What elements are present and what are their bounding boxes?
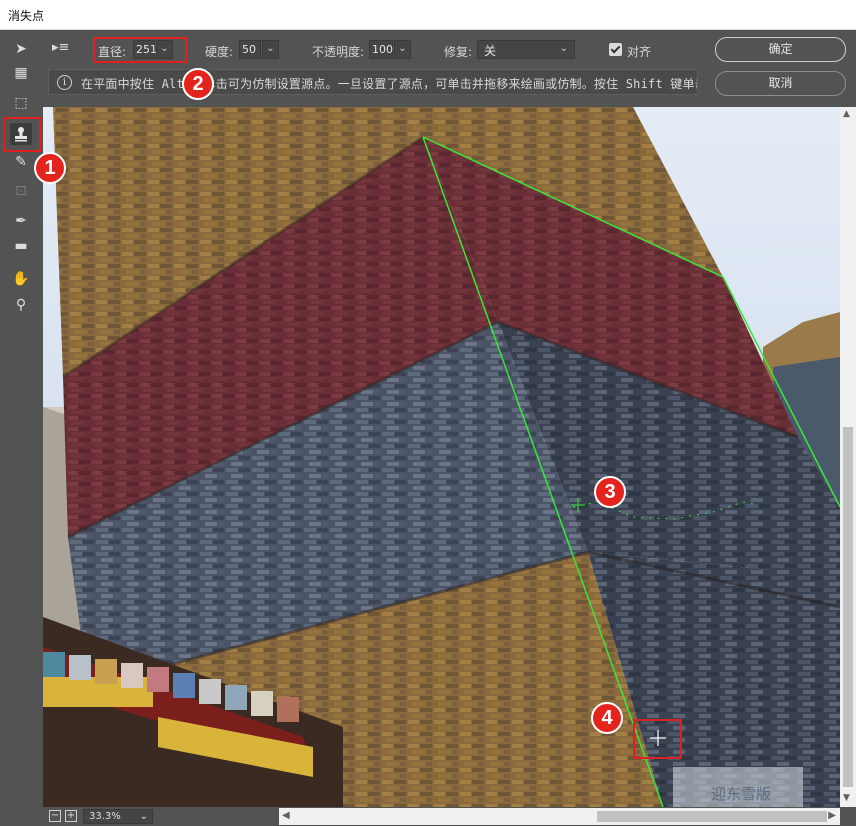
- marquee-icon: ⬚: [14, 95, 28, 111]
- eyedropper-icon: ✒: [15, 213, 27, 229]
- chevron-down-icon: ⌄: [266, 43, 275, 54]
- brush-icon: ✎: [15, 154, 27, 170]
- brush-tool[interactable]: ✎: [10, 151, 32, 173]
- marquee-tool[interactable]: ⬚: [10, 92, 32, 114]
- options-menu-icon[interactable]: ▸≡: [52, 40, 69, 55]
- zoom-icon: ⚲: [15, 297, 27, 313]
- hardness-dropdown-button[interactable]: ⌄: [262, 40, 279, 59]
- hand-icon: ✋: [12, 271, 30, 287]
- step-marker-3: 3: [594, 476, 626, 508]
- vertical-scrollbar[interactable]: ▲ ▼: [840, 107, 856, 807]
- zoom-level-field[interactable]: 33.3% ⌄: [83, 809, 153, 824]
- ok-button[interactable]: 确定: [715, 37, 846, 62]
- step-marker-4: 4: [591, 702, 623, 734]
- transform-tool[interactable]: ⊡: [10, 180, 32, 202]
- edit-plane-icon: ➤: [15, 41, 27, 57]
- align-label: 对齐: [627, 45, 652, 59]
- zoom-in-button[interactable]: +: [65, 810, 77, 822]
- hand-tool[interactable]: ✋: [10, 268, 32, 290]
- align-checkbox[interactable]: [609, 43, 622, 56]
- zoom-tool[interactable]: ⚲: [10, 294, 32, 316]
- chevron-down-icon: ⌄: [139, 811, 148, 822]
- heal-label: 修复:: [444, 45, 473, 59]
- opacity-dropdown-button[interactable]: ⌄: [394, 40, 411, 59]
- info-hint-bar: i 在平面中按住 Alt 键单击可为仿制设置源点。一旦设置了源点，可单击并拖移来…: [48, 69, 698, 95]
- info-hint-text: 在平面中按住 Alt 键单击可为仿制设置源点。一旦设置了源点，可单击并拖移来绘画…: [81, 77, 698, 91]
- image-canvas[interactable]: 迎东雪版: [43, 107, 840, 807]
- ruler-icon: ▬: [14, 238, 28, 254]
- ruler-tool[interactable]: ▬: [10, 235, 32, 257]
- scroll-down-icon[interactable]: ▼: [843, 793, 850, 803]
- cursor-highlight: [633, 719, 682, 759]
- vertical-scroll-thumb[interactable]: [843, 427, 853, 787]
- hardness-field[interactable]: 50: [239, 40, 261, 59]
- zoom-out-button[interactable]: −: [49, 810, 61, 822]
- horizontal-scrollbar[interactable]: ◀ ▶: [279, 808, 840, 825]
- opacity-field[interactable]: 100: [369, 40, 393, 59]
- window-title: 消失点: [8, 9, 45, 23]
- horizontal-scroll-thumb[interactable]: [597, 811, 827, 822]
- chevron-down-icon: ⌄: [398, 43, 407, 54]
- watermark-text: 迎东雪版: [711, 785, 772, 803]
- tower-photo: [43, 107, 840, 807]
- opacity-label: 不透明度:: [312, 45, 365, 59]
- chevron-down-icon: ⌄: [559, 43, 568, 54]
- status-bar: − + 33.3% ⌄ ◀ ▶: [43, 807, 840, 826]
- eyedropper-tool[interactable]: ✒: [10, 210, 32, 232]
- edit-plane-tool[interactable]: ➤: [10, 38, 32, 60]
- heal-select-value: 关: [484, 44, 497, 58]
- cancel-button[interactable]: 取消: [715, 71, 846, 96]
- title-bar: 消失点: [0, 0, 856, 30]
- diameter-highlight: [93, 37, 187, 63]
- create-plane-icon: ▦: [14, 65, 28, 81]
- scroll-left-icon[interactable]: ◀: [282, 810, 290, 821]
- scroll-right-icon[interactable]: ▶: [828, 810, 836, 821]
- hardness-label: 硬度:: [205, 45, 234, 59]
- step-marker-2: 2: [182, 68, 214, 100]
- heal-select[interactable]: 关 ⌄: [477, 40, 575, 59]
- create-plane-tool[interactable]: ▦: [10, 62, 32, 84]
- step-marker-1: 1: [34, 152, 66, 184]
- zoom-level-value: 33.3%: [89, 811, 121, 822]
- scroll-up-icon[interactable]: ▲: [843, 109, 850, 119]
- info-icon: i: [57, 75, 72, 90]
- transform-icon: ⊡: [15, 183, 27, 199]
- stamp-tool-highlight: [3, 117, 41, 152]
